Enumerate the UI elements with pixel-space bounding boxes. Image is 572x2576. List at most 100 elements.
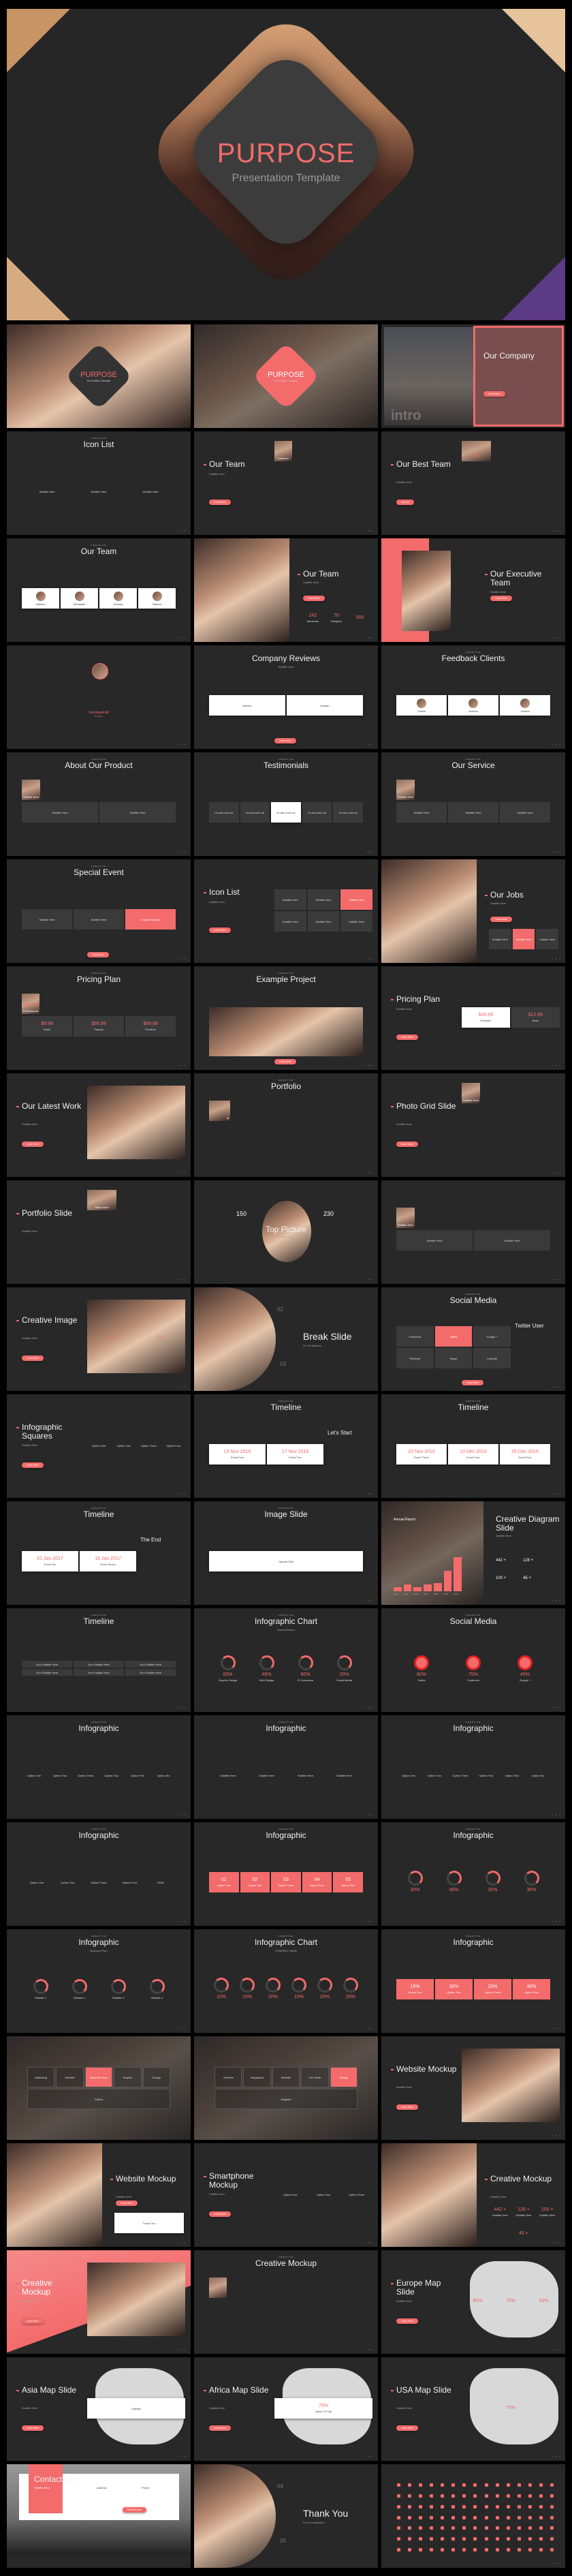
grid-cell[interactable]: Graphic <box>114 2067 142 2087</box>
content-card[interactable]: Your Subtitle Here <box>125 1661 176 1668</box>
content-card[interactable]: Facebook <box>396 1326 434 1347</box>
slide-thumbnail[interactable]: CREATIVE Special Event Learn More Subtitle … <box>7 859 191 963</box>
content-card[interactable]: Option Two <box>308 2184 340 2205</box>
learn-more-button[interactable]: Learn More <box>483 391 505 397</box>
content-card[interactable]: Sebastian <box>61 588 98 609</box>
content-card[interactable]: 15% <box>235 1976 259 2002</box>
content-card[interactable]: $49.99 Premium <box>462 1007 510 1028</box>
content-card[interactable]: 442 + Subtitle Here <box>489 2202 511 2222</box>
slide-thumbnail[interactable]: CREATIVE Timeline Let's Start 13 Nov 2016 Ev… <box>194 1394 378 1498</box>
slide-thumbnail[interactable]: CREATIVE Social Media Twitter User Learn Mo… <box>381 1287 565 1391</box>
content-card[interactable]: 02 Option Two <box>240 1872 270 1892</box>
content-card[interactable]: Thank You <box>114 2213 184 2233</box>
slide-thumbnail[interactable]: Break Slide For 45 Minutes 02 03 <box>194 1287 378 1391</box>
grid-cell[interactable]: Infographic <box>243 2067 271 2087</box>
content-card[interactable]: Option Three <box>448 1765 473 1785</box>
slide-thumbnail[interactable]: Company Reviews Subtitle Here Learn More Ad… <box>194 645 378 749</box>
content-card[interactable]: 20% Social Media <box>325 1654 363 1683</box>
grid-cell[interactable]: Design <box>142 2067 171 2087</box>
content-card[interactable]: 45% Web Design <box>248 1654 285 1683</box>
slide-thumbnail[interactable]: CREATIVE About Our Product Subtitle Here Su… <box>7 752 191 856</box>
content-card[interactable]: Nathan <box>138 588 176 609</box>
content-card[interactable]: $99.99 Premium <box>125 1016 176 1037</box>
slide-thumbnail[interactable]: Africa Map Slide Subtitle Here Learn More 7… <box>194 2357 378 2461</box>
content-card[interactable]: 72 <box>137 1328 185 1349</box>
content-card[interactable]: 10 Dec 2016 Event Four <box>448 1444 498 1465</box>
learn-more-button[interactable]: Learn More <box>22 2425 44 2431</box>
content-card[interactable]: 30% <box>396 1869 434 1895</box>
content-card[interactable]: 500 <box>349 608 371 628</box>
content-card[interactable]: Subtitle Here <box>209 1765 247 1785</box>
slide-thumbnail[interactable]: Subtitle Here Subtitle Here Subtitle Here f… <box>381 1180 565 1284</box>
content-card[interactable]: Subtitle Here <box>307 889 340 910</box>
content-card[interactable]: Victoria <box>500 695 550 716</box>
slide-thumbnail[interactable]: Photo Grid Slide Subtitle Here Learn More S… <box>381 1073 565 1177</box>
slide-thumbnail[interactable]: Our Executive Team Subtitle Here Learn Mor… <box>381 538 565 642</box>
slide-thumbnail[interactable]: CREATIVE Infographic Business Plan Statisti… <box>7 1929 191 2033</box>
content-card[interactable]: 26 Dec 2016 Event Five <box>500 1444 550 1465</box>
grid-cell[interactable]: Design <box>330 2067 358 2087</box>
slide-thumbnail[interactable]: CREATIVEPortfolioUt wisi enim adf ♥ ▸ <box>194 1073 378 1177</box>
content-card[interactable]: 75% Facebook <box>448 1654 498 1683</box>
slide-thumbnail[interactable]: Smartphone Mockup Subtitle Here Learn More… <box>194 2143 378 2247</box>
slide-thumbnail[interactable]: Website Mockup Subtitle Here Learn More Tha… <box>7 2143 191 2247</box>
grid-cell[interactable]: Our Team <box>301 2067 329 2087</box>
slide-thumbnail[interactable]: CREATIVE Feedback Clients Camila Andrew Vict… <box>381 645 565 749</box>
content-card[interactable]: $59.99 Professional <box>22 994 40 1014</box>
content-card[interactable]: Option One <box>274 2184 306 2205</box>
content-card[interactable]: 16 Jan 2017 Event Seven <box>80 1551 136 1571</box>
learn-more-button[interactable]: Learn More <box>274 1059 296 1064</box>
learn-more-button[interactable]: Learn More <box>116 2201 138 2206</box>
slide-thumbnail[interactable]: CREATIVE Timeline 23 Nov 2016 Event Three 10… <box>381 1394 565 1498</box>
content-card[interactable]: Subtitle Here <box>125 481 176 502</box>
learn-more-button[interactable]: Learn More <box>396 2425 418 2431</box>
learn-more-button[interactable]: Learn More <box>209 2211 231 2217</box>
content-card[interactable]: Subtitle Here <box>22 802 98 823</box>
content-card[interactable]: Option Five <box>125 1765 150 1785</box>
slide-thumbnail[interactable]: Our Latest Work Subtitle Here Learn More f … <box>7 1073 191 1177</box>
slide-thumbnail[interactable]: Timeline Infographic Website Our Team Design… <box>194 2036 378 2140</box>
slide-thumbnail[interactable]: Creative Mockup Subtitle Here 442 + Subtitl… <box>381 2143 565 2247</box>
slide-thumbnail[interactable]: Creative Image Subtitle Here Learn More 55 7… <box>7 1287 191 1391</box>
content-card[interactable]: Option Six <box>151 1765 176 1785</box>
content-card[interactable]: Your Subtitle Here <box>74 1661 124 1668</box>
slide-thumbnail[interactable]: CREATIVE Infographic 01 Option One 02 Option … <box>194 1822 378 1926</box>
content-card[interactable]: Your Subtitle Here <box>74 1669 124 1676</box>
slide-thumbnail[interactable]: Pricing Plan Subtitle Here Learn More $49.9… <box>381 966 565 1070</box>
learn-more-button[interactable]: Learn More <box>209 2425 231 2431</box>
content-card[interactable]: 80% <box>462 2291 494 2312</box>
content-card[interactable]: Subtitle Here <box>396 780 415 800</box>
content-card[interactable]: Subtitle Here <box>287 1765 324 1785</box>
content-card[interactable]: Google + <box>473 1326 511 1347</box>
content-card[interactable]: Statistic 3 <box>99 1978 137 2001</box>
content-card[interactable]: Option One <box>22 1765 46 1785</box>
slide-thumbnail[interactable]: CREATIVE Infographic 15% Option One 30% Optio… <box>381 1929 565 2033</box>
content-card[interactable]: 65% Graphic Design <box>209 1654 247 1683</box>
slide-thumbnail[interactable]: CREATIVE Our Team Mathew Sebastian Arianna Na… <box>7 538 191 642</box>
content-card[interactable]: Subtitle Here <box>325 1765 363 1785</box>
learn-more-button[interactable]: Learn More <box>396 1141 418 1147</box>
grid-cell[interactable]: Diagram <box>214 2089 358 2109</box>
slide-thumbnail[interactable]: CREATIVE Our Service Subtitle Here Subtitle… <box>381 752 565 856</box>
content-card[interactable]: Ut wisi enim ad <box>209 802 239 823</box>
content-card[interactable]: 20% <box>338 1976 363 2002</box>
content-card[interactable]: Ut wisi enim ad <box>240 802 270 823</box>
content-card[interactable]: 100 + Subtitle Here <box>536 2202 558 2222</box>
slide-thumbnail[interactable]: Asia Map Slide Subtitle Here Learn More Sta… <box>7 2357 191 2461</box>
content-card[interactable]: 30% <box>513 1869 550 1895</box>
slide-thumbnail[interactable]: Thank You For Your Attention 04 05 <box>194 2464 378 2568</box>
content-card[interactable]: Ut wisi enim ad <box>333 802 363 823</box>
slide-thumbnail[interactable]: CREATIVE Social Media 80% Twitter 75% Faceboo… <box>381 1608 565 1712</box>
learn-more-button[interactable]: Learn More <box>22 2318 44 2324</box>
content-card[interactable]: Option Five <box>500 1765 524 1785</box>
content-card[interactable]: $12.99 Basic <box>511 1007 560 1028</box>
slide-thumbnail[interactable]: CREATIVE Infographic Chart COMPANY NAME 10%… <box>194 1929 378 2033</box>
slide-thumbnail[interactable]: CREATIVE Infographic 30% 40% 30% 30% f ♥ ▸ <box>381 1822 565 1926</box>
slide-thumbnail[interactable]: CREATIVE Infographic Option One Option Two O… <box>7 1715 191 1819</box>
content-card[interactable]: Subtitle Here <box>307 911 340 932</box>
content-card[interactable]: Your Subtitle Here <box>125 1669 176 1676</box>
slide-thumbnail[interactable]: CREATIVE Image Slide Special Skill f ♥ ▸ <box>194 1501 378 1605</box>
content-card[interactable]: 40% Option Four <box>513 1979 550 1999</box>
content-card[interactable]: Andrew <box>448 695 498 716</box>
content-card[interactable]: Option One <box>22 1872 52 1892</box>
